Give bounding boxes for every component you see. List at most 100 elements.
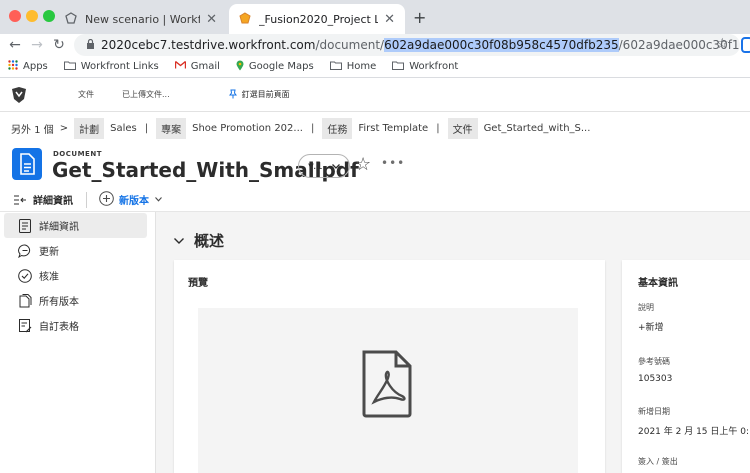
basic-info-title: 基本資訊: [638, 278, 678, 289]
sidebar-item-approvals[interactable]: 核准: [4, 263, 147, 288]
details-panel-label: 詳細資訊: [33, 196, 73, 207]
sidebar-item-details[interactable]: 詳細資訊: [4, 213, 147, 238]
bookmark-label: Gmail: [190, 61, 220, 72]
document-title-bar: DOCUMENT Get_Started_With_Smallpdf v.1 ☆…: [0, 144, 750, 188]
workfront-logo-icon[interactable]: [10, 86, 28, 103]
breadcrumb-type-project: 專案: [156, 117, 187, 139]
breadcrumb-project-link[interactable]: Shoe Promotion 202...: [192, 123, 303, 134]
chevron-right-icon: >: [59, 122, 69, 134]
url-host: 2020cebc7.testdrive.workfront.com: [101, 38, 316, 52]
field-label-checkin-checkout: 簽入 / 簽出: [638, 457, 678, 466]
sidebar-item-updates[interactable]: 更新: [4, 238, 147, 263]
sidebar-item-label: 自訂表格: [39, 322, 79, 333]
bookmark-star-icon[interactable]: ☆: [716, 36, 729, 52]
workfront-tab-icon: [65, 11, 77, 27]
divider: [86, 191, 87, 208]
versions-icon: [17, 293, 33, 308]
check-circle-icon: [17, 268, 33, 283]
sidebar-item-label: 詳細資訊: [39, 222, 79, 233]
breadcrumb-separator: |: [310, 122, 315, 134]
breadcrumb-type-document: 文件: [447, 117, 478, 139]
field-value-date-added: 2021 年 2 月 15 日上午 0:13: [638, 427, 750, 437]
field-value-reference: 105303: [638, 374, 673, 384]
breadcrumb-separator: |: [436, 122, 440, 134]
bookmark-apps[interactable]: Apps: [8, 60, 48, 73]
chevron-down-icon: [332, 161, 340, 172]
more-options-icon[interactable]: •••: [381, 156, 405, 170]
overview-section-header[interactable]: 概述: [174, 230, 224, 251]
breadcrumb-document-link[interactable]: Get_Started_with_S...: [484, 123, 591, 134]
browser-tab-strip: New scenario | Workfront Fusion ✕ _Fusio…: [0, 0, 750, 34]
folder-icon: [63, 61, 76, 73]
bookmark-google-maps[interactable]: Google Maps: [236, 60, 314, 74]
zoom-window-button[interactable]: [43, 10, 55, 22]
minimize-window-button[interactable]: [26, 10, 38, 22]
bookmark-workfront-links[interactable]: Workfront Links: [63, 61, 159, 73]
workfront-tab-icon: [239, 11, 251, 27]
version-value: v.1: [308, 160, 323, 172]
bookmark-label: Home: [346, 61, 377, 72]
forward-arrow-icon[interactable]: →: [28, 34, 46, 56]
new-version-label: 新版本: [119, 196, 149, 207]
close-tab-icon[interactable]: ✕: [384, 12, 395, 27]
header-uploaded-label[interactable]: 已上傳文件...: [122, 89, 170, 100]
url-path: /document/: [315, 38, 385, 52]
breadcrumb-type-task: 任務: [322, 117, 353, 139]
breadcrumb: 另外 1 個 > 計劃 Sales | 專案 Shoe Promotion 20…: [0, 112, 750, 144]
maps-pin-icon: [236, 60, 244, 74]
sidebar-item-label: 所有版本: [39, 297, 79, 308]
breadcrumb-separator: |: [144, 122, 149, 134]
bookmark-workfront[interactable]: Workfront: [392, 61, 458, 73]
address-bar[interactable]: 2020cebc7.testdrive.workfront.com /docum…: [74, 34, 740, 56]
document-type-icon: [12, 148, 42, 183]
new-tab-icon[interactable]: +: [413, 8, 426, 27]
document-kicker: DOCUMENT: [53, 150, 102, 158]
browser-toolbar: ← → ↻ 2020cebc7.testdrive.workfront.com …: [0, 34, 750, 56]
sidebar-item-versions[interactable]: 所有版本: [4, 288, 147, 313]
sidebar-item-label: 更新: [39, 247, 59, 258]
preview-area[interactable]: [198, 308, 578, 473]
basic-info-card: 基本資訊 說明 +新增 參考號碼 105303 新增日期 2021 年 2 月 …: [622, 260, 750, 473]
back-arrow-icon[interactable]: ←: [6, 34, 24, 56]
add-description-link[interactable]: +新增: [638, 320, 664, 333]
gmail-icon: [174, 60, 186, 72]
sidebar-item-custom-forms[interactable]: 自訂表格: [4, 313, 147, 338]
pdf-file-icon: [360, 350, 414, 421]
tab-title: _Fusion2020_Project List: [259, 12, 379, 26]
version-dropdown[interactable]: v.1: [298, 154, 350, 178]
breadcrumb-type-program: 計劃: [74, 117, 105, 139]
bookmark-label: Google Maps: [248, 61, 314, 72]
breadcrumb-program-link[interactable]: Sales: [110, 123, 137, 134]
favorite-star-icon[interactable]: ☆: [355, 154, 371, 175]
bookmark-label: Workfront: [409, 61, 459, 72]
collapse-panel-icon[interactable]: [14, 195, 28, 205]
chevron-down-icon: [155, 194, 162, 205]
tab-title: New scenario | Workfront Fusion: [85, 12, 201, 26]
section-title: 概述: [194, 232, 225, 250]
sidebar-item-label: 核准: [39, 272, 59, 283]
lock-icon: [86, 38, 95, 52]
folder-icon: [392, 61, 405, 73]
close-window-button[interactable]: [9, 10, 21, 22]
field-label-date-added: 新增日期: [638, 407, 670, 416]
workfront-header: 文件 已上傳文件... 釘選目前頁面: [0, 78, 750, 112]
browser-tab-project-list[interactable]: _Fusion2020_Project List ✕: [229, 4, 405, 34]
new-version-button[interactable]: 新版本: [99, 190, 162, 209]
close-tab-icon[interactable]: ✕: [206, 12, 217, 27]
apps-grid-icon: [8, 60, 18, 73]
bookmark-home[interactable]: Home: [329, 61, 377, 73]
custom-form-icon: [17, 318, 33, 333]
reload-icon[interactable]: ↻: [50, 34, 68, 56]
breadcrumb-task-link[interactable]: First Template: [358, 123, 428, 134]
bookmark-gmail[interactable]: Gmail: [174, 60, 220, 72]
folder-icon: [329, 61, 342, 73]
bookmarks-bar: Apps Workfront Links Gmail Google Maps H…: [0, 56, 750, 78]
add-circle-icon: [99, 190, 114, 209]
document-action-bar: 詳細資訊 新版本: [0, 188, 750, 212]
url-selected-text: 602a9dae000c30f08b958c4570dfb235: [384, 38, 619, 52]
bookmark-label: Workfront Links: [80, 61, 159, 72]
browser-tab-fusion[interactable]: New scenario | Workfront Fusion ✕: [55, 4, 227, 34]
profile-icon[interactable]: [741, 37, 750, 53]
pin-page-button[interactable]: 釘選目前頁面: [228, 89, 290, 101]
breadcrumb-more[interactable]: 另外 1 個: [11, 121, 54, 136]
